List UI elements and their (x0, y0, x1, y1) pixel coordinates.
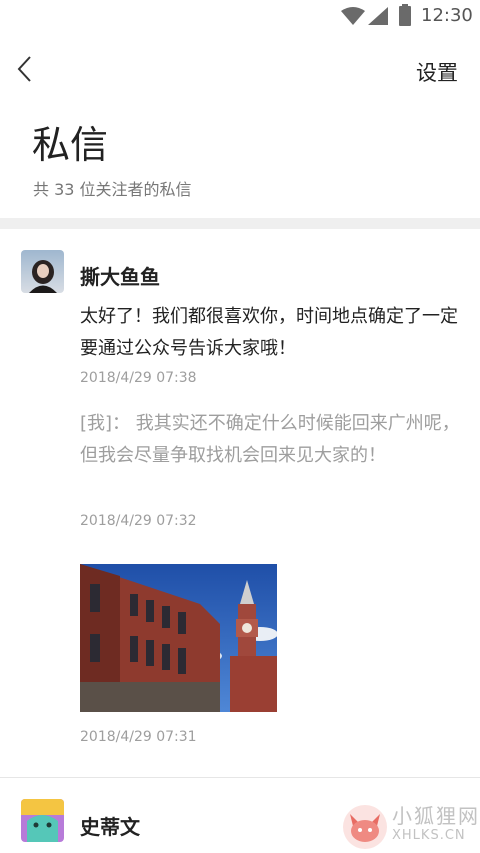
message-time: 2018/4/29 07:38 (80, 370, 197, 386)
clock-tower-photo (80, 564, 277, 712)
message-text-mine: [我]： 我其实还不确定什么时候能回来广州呢，但我会尽量争取找机会回来见大家的！ (80, 413, 460, 466)
settings-button[interactable]: 设置 (416, 57, 458, 87)
message-thread[interactable]: 撕大鱼鱼 太好了！我们都很喜欢你，时间地点确定了一定要通过公众号告诉大家哦！ 2… (0, 229, 480, 777)
sender-name: 史蒂文 (80, 815, 140, 839)
message-time: 2018/4/29 07:32 (80, 513, 197, 529)
avatar[interactable] (21, 799, 64, 842)
message-time: 2018/4/29 07:31 (80, 729, 197, 745)
wifi-icon (341, 7, 365, 25)
watermark-cn: 小狐狸网 (392, 804, 480, 828)
section-divider (0, 218, 480, 229)
back-button[interactable] (14, 54, 38, 84)
page-subtitle: 共 33 位关注者的私信 (33, 180, 192, 199)
watermark-en: XHLKS.CN (392, 828, 466, 843)
sender-name: 撕大鱼鱼 (80, 265, 160, 289)
page-title: 私信 (32, 123, 109, 167)
avatar[interactable] (21, 250, 64, 293)
message-image[interactable] (80, 564, 277, 712)
fox-icon (343, 805, 387, 849)
message-text: 太好了！我们都很喜欢你，时间地点确定了一定要通过公众号告诉大家哦！ (80, 306, 458, 359)
status-bar: 12:30 (0, 0, 480, 32)
watermark-logo: 小狐狸网 XHLKS.CN (340, 800, 480, 853)
chevron-left-icon (17, 56, 31, 82)
battery-icon (399, 4, 411, 26)
top-bar: 设置 (0, 48, 480, 92)
signal-icon (368, 7, 388, 25)
status-time: 12:30 (421, 5, 473, 26)
